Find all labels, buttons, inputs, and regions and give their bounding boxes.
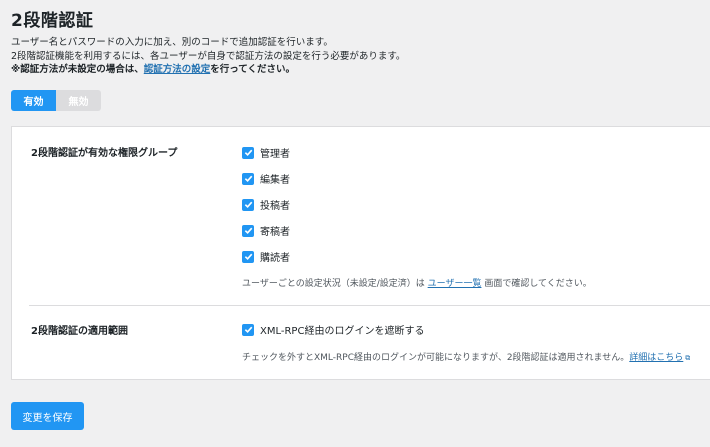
checkbox-label: 寄稿者: [260, 227, 290, 238]
checkbox-subscriber[interactable]: 購読者: [242, 249, 290, 264]
check-icon[interactable]: [242, 250, 254, 263]
scope-section-label: 2段階認証の適用範囲: [31, 326, 128, 337]
auth-method-setting-link[interactable]: 認証方法の設定: [144, 64, 211, 75]
scope-note: チェックを外すとXML-RPC経由のログインが可能になりますが、2段階認証は適用…: [242, 350, 690, 363]
check-icon[interactable]: [242, 172, 254, 185]
description-line-3-prefix: ※認証方法が未設定の場合は、: [11, 64, 144, 75]
checkbox-label: 管理者: [260, 149, 290, 160]
groups-note-prefix: ユーザーごとの設定状況（未設定/設定済）は: [242, 279, 428, 289]
description-line-3-suffix: を行ってください。: [210, 64, 296, 75]
checkbox-editor[interactable]: 編集者: [242, 171, 290, 186]
check-icon[interactable]: [242, 198, 254, 211]
enable-toggle: 有効 無効: [11, 90, 101, 111]
groups-note-suffix: 画面で確認してください。: [481, 279, 592, 289]
save-button[interactable]: 変更を保存: [11, 402, 84, 430]
check-icon[interactable]: [242, 224, 254, 237]
settings-card: 2段階認証が有効な権限グループ 管理者 編集者 投稿者 寄稿者 購読者 ユーザー…: [11, 126, 710, 380]
user-list-link[interactable]: ユーザー一覧: [428, 279, 482, 289]
checkbox-admin[interactable]: 管理者: [242, 145, 290, 160]
scope-note-prefix: チェックを外すとXML-RPC経由のログインが可能になりますが、2段階認証は適用…: [242, 353, 630, 363]
check-icon[interactable]: [242, 146, 254, 159]
description: ユーザー名とパスワードの入力に加え、別のコードで追加認証を行います。 2段階認証…: [11, 36, 405, 77]
page-title: 2段階認証: [11, 11, 94, 31]
checkbox-block-xmlrpc[interactable]: XML-RPC経由のログインを遮断する: [242, 322, 424, 337]
description-line-3: ※認証方法が未設定の場合は、認証方法の設定を行ってください。: [11, 63, 405, 77]
checkbox-label: 購読者: [260, 253, 290, 264]
checkbox-label: 編集者: [260, 175, 290, 186]
description-line-2: 2段階認証機能を利用するには、各ユーザーが自身で認証方法の設定を行う必要がありま…: [11, 50, 406, 62]
checkbox-label: XML-RPC経由のログインを遮断する: [260, 326, 425, 337]
checkbox-label: 投稿者: [260, 201, 290, 212]
toggle-disabled-button[interactable]: 無効: [56, 90, 101, 111]
checkbox-contributor[interactable]: 寄稿者: [242, 223, 290, 238]
checkbox-author[interactable]: 投稿者: [242, 197, 290, 212]
section-divider: [29, 305, 710, 306]
groups-note: ユーザーごとの設定状況（未設定/設定済）は ユーザー一覧 画面で確認してください…: [242, 276, 592, 289]
details-link[interactable]: 詳細はこちら: [629, 353, 683, 363]
toggle-enabled-button[interactable]: 有効: [11, 90, 56, 111]
description-line-1: ユーザー名とパスワードの入力に加え、別のコードで追加認証を行います。: [11, 37, 333, 48]
groups-section-label: 2段階認証が有効な権限グループ: [31, 148, 178, 159]
external-link-icon: ⧉: [685, 354, 691, 362]
check-icon[interactable]: [242, 323, 254, 336]
